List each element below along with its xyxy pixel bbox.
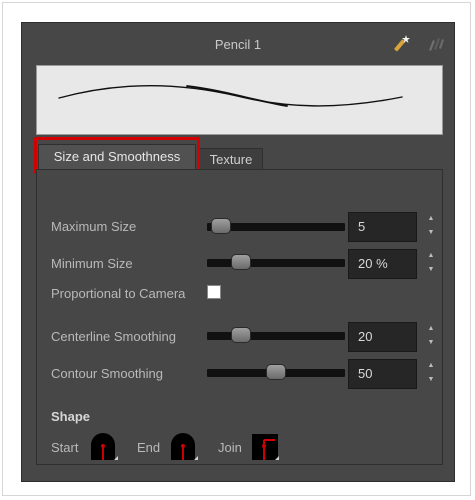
pencil-properties-panel: Pencil 1 Size and Smoothness Texture Max… — [21, 22, 455, 482]
centerline-smoothing-field[interactable]: 20 — [348, 322, 417, 352]
shape-join-label: Join — [218, 440, 242, 455]
maximum-size-spinner[interactable]: ▲ ▼ — [426, 212, 436, 240]
shape-section-title: Shape — [51, 409, 91, 424]
spin-up-icon[interactable]: ▲ — [426, 212, 436, 226]
spin-up-icon[interactable]: ▲ — [426, 359, 436, 373]
maximum-size-slider[interactable] — [207, 218, 345, 234]
stroke-preview — [36, 65, 443, 135]
maximum-size-field[interactable]: 5 — [348, 212, 417, 242]
spin-up-icon[interactable]: ▲ — [426, 322, 436, 336]
contour-smoothing-slider[interactable] — [207, 364, 345, 380]
minimum-size-field[interactable]: 20 % — [348, 249, 417, 279]
maximum-size-label: Maximum Size — [51, 219, 137, 234]
maximum-size-slider-thumb[interactable] — [211, 218, 231, 234]
minimum-size-slider-thumb[interactable] — [231, 254, 251, 270]
spin-down-icon[interactable]: ▼ — [426, 336, 436, 350]
proportional-to-camera-checkbox[interactable] — [207, 285, 221, 299]
spin-down-icon[interactable]: ▼ — [426, 373, 436, 387]
end-round-tip-icon[interactable] — [170, 433, 198, 461]
centerline-smoothing-label: Centerline Smoothing — [51, 329, 177, 344]
contour-smoothing-slider-thumb[interactable] — [266, 364, 286, 380]
tab-texture[interactable]: Texture — [199, 148, 263, 170]
panel-title: Pencil 1 — [214, 37, 262, 52]
start-round-tip-icon[interactable] — [90, 433, 118, 461]
contour-smoothing-field[interactable]: 50 — [348, 359, 417, 389]
centerline-smoothing-slider-thumb[interactable] — [231, 327, 251, 343]
proportional-to-camera-label: Proportional to Camera — [51, 286, 186, 301]
minimum-size-label: Minimum Size — [51, 256, 133, 271]
spin-down-icon[interactable]: ▼ — [426, 226, 436, 240]
shape-start-label: Start — [51, 440, 79, 455]
minimum-size-spinner[interactable]: ▲ ▼ — [426, 249, 436, 277]
size-and-smoothness-content: Maximum Size 5 ▲ ▼ Minimum Size 20 % ▲ ▼… — [36, 169, 443, 465]
spin-up-icon[interactable]: ▲ — [426, 249, 436, 263]
centerline-smoothing-slider[interactable] — [207, 327, 345, 343]
contour-smoothing-spinner[interactable]: ▲ ▼ — [426, 359, 436, 387]
centerline-smoothing-spinner[interactable]: ▲ ▼ — [426, 322, 436, 350]
join-mitre-icon[interactable] — [251, 433, 279, 461]
brush-presets-icon[interactable] — [426, 33, 446, 53]
spin-down-icon[interactable]: ▼ — [426, 263, 436, 277]
shape-end-label: End — [137, 440, 161, 455]
contour-smoothing-label: Contour Smoothing — [51, 366, 164, 381]
minimum-size-slider[interactable] — [207, 254, 345, 270]
magic-wand-icon[interactable] — [394, 33, 414, 53]
